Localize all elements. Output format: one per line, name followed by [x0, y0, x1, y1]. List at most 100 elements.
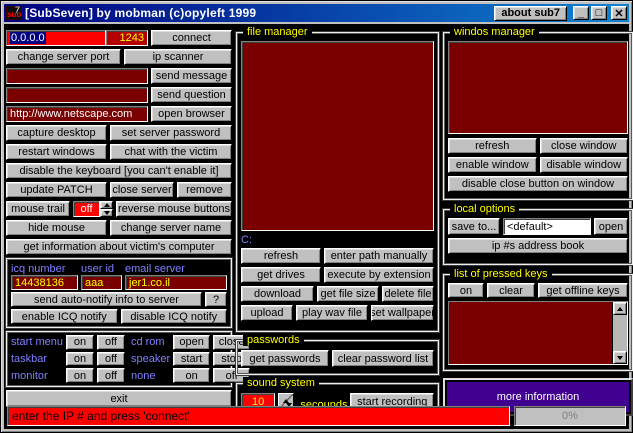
disable-icq-notify-button[interactable]: disable ICQ notify	[121, 309, 228, 324]
subseven-window: 7 sub [SubSeven] by mobman (c)opyleft 19…	[0, 0, 633, 433]
connect-button[interactable]: connect	[151, 30, 232, 46]
fm-refresh-button[interactable]: refresh	[241, 248, 321, 264]
spinner-down-button[interactable]	[100, 209, 113, 217]
disable-keyboard-button[interactable]: disable the keyboard [you can't enable i…	[6, 163, 232, 179]
close-window-button[interactable]: close window	[540, 138, 629, 154]
passwords-title: passwords	[243, 334, 304, 346]
port-input[interactable]: 1243	[106, 30, 148, 46]
progress-indicator: 0%	[514, 406, 626, 426]
logo-sub: sub	[7, 10, 21, 19]
question-input[interactable]	[6, 87, 148, 103]
chat-with-victim-button[interactable]: chat with the victim	[110, 144, 232, 160]
help-button[interactable]: ?	[205, 292, 227, 307]
download-button[interactable]: download	[241, 286, 314, 302]
hide-mouse-button[interactable]: hide mouse	[6, 220, 107, 236]
windows-manager-group: windos manager refresh close window enab…	[443, 32, 633, 200]
disable-close-button-button[interactable]: disable close button on window	[448, 176, 628, 192]
about-sub7-button[interactable]: about sub7	[494, 6, 567, 21]
change-server-name-button[interactable]: change server name	[110, 220, 232, 236]
update-patch-button[interactable]: update PATCH	[6, 182, 107, 198]
icq-number-input[interactable]: 14438136	[11, 275, 78, 290]
enable-icq-notify-button[interactable]: enable ICQ notify	[11, 309, 118, 324]
monitor-on-button[interactable]: on	[66, 368, 94, 383]
set-server-password-button[interactable]: set server password	[110, 125, 232, 141]
monitor-off-button[interactable]: off	[97, 368, 125, 383]
taskbar-off-button[interactable]: off	[97, 352, 125, 367]
taskbar-label: taskbar	[11, 352, 63, 367]
user-id-input[interactable]: aaa	[81, 275, 122, 290]
minimize-button[interactable]: _	[573, 6, 589, 20]
save-to-button[interactable]: save to...	[448, 218, 500, 235]
enable-window-button[interactable]: enable window	[448, 157, 537, 173]
up-arrow-icon	[104, 203, 110, 207]
maximize-button[interactable]: □	[591, 6, 607, 20]
mouse-trail-value[interactable]: off	[73, 201, 100, 217]
keys-on-button[interactable]: on	[448, 283, 484, 298]
set-wallpaper-button[interactable]: set wallpaper	[371, 305, 434, 321]
ip-address-book-button[interactable]: ip #s address book	[448, 238, 628, 254]
pressed-keys-area[interactable]	[449, 302, 612, 364]
send-message-button[interactable]: send message	[151, 68, 232, 84]
get-victim-info-button[interactable]: get information about victim's computer	[6, 239, 232, 255]
get-passwords-button[interactable]: get passwords	[241, 350, 329, 367]
execute-by-extension-button[interactable]: execute by extension	[324, 267, 434, 283]
open-button[interactable]: open	[594, 218, 628, 235]
toggles-group: start menu on off taskbar on off monitor…	[6, 331, 232, 387]
upload-button[interactable]: upload	[241, 305, 293, 321]
status-message: enter the IP # and press 'connect'	[7, 406, 510, 426]
change-server-port-button[interactable]: change server port	[6, 49, 121, 65]
disable-window-button[interactable]: disable window	[540, 157, 629, 173]
reverse-mouse-buttons-button[interactable]: reverse mouse buttons	[116, 201, 232, 217]
url-input[interactable]: http://www.netscape.com	[6, 106, 148, 122]
open-browser-button[interactable]: open browser	[151, 106, 232, 122]
monitor-label: monitor	[11, 368, 63, 383]
capture-desktop-button[interactable]: capture desktop	[6, 125, 107, 141]
taskbar-on-button[interactable]: on	[66, 352, 94, 367]
windows-manager-title: windos manager	[450, 26, 539, 38]
cd-rom-open-button[interactable]: open	[173, 335, 210, 350]
none-label: none	[131, 368, 170, 383]
scroll-down-button[interactable]	[613, 351, 627, 364]
send-auto-notify-button[interactable]: send auto-notify info to server	[11, 292, 202, 307]
up-arrow-icon	[617, 307, 623, 311]
icq-number-label: icq number	[11, 262, 81, 275]
speaker-start-button[interactable]: start	[173, 352, 210, 367]
send-question-button[interactable]: send question	[151, 87, 232, 103]
ip-scanner-button[interactable]: ip scanner	[124, 49, 232, 65]
play-wav-file-button[interactable]: play wav file	[296, 305, 368, 321]
get-offline-keys-button[interactable]: get offline keys	[538, 283, 628, 298]
exit-button[interactable]: exit	[6, 390, 232, 407]
enter-path-manually-button[interactable]: enter path manually	[324, 248, 434, 264]
passwords-group: passwords get passwords clear password l…	[236, 340, 439, 375]
ip-value: 0.0.0.0	[10, 32, 46, 44]
windows-list[interactable]	[448, 41, 628, 134]
start-menu-off-button[interactable]: off	[97, 335, 125, 350]
scroll-track[interactable]	[613, 315, 627, 351]
status-bar: enter the IP # and press 'connect' 0%	[7, 406, 626, 426]
remove-button[interactable]: remove	[177, 182, 232, 198]
ip-input[interactable]: 0.0.0.0	[6, 30, 106, 46]
wm-refresh-button[interactable]: refresh	[448, 138, 537, 154]
email-server-input[interactable]: jer1.co.il	[125, 275, 227, 290]
message-input[interactable]	[6, 68, 148, 84]
file-manager-title: file manager	[243, 26, 312, 38]
scroll-up-button[interactable]	[613, 302, 627, 315]
file-list[interactable]	[241, 41, 434, 231]
restart-windows-button[interactable]: restart windows	[6, 144, 107, 160]
mouse-trail-button[interactable]: mouse trail	[6, 201, 70, 217]
get-drives-button[interactable]: get drives	[241, 267, 321, 283]
close-button[interactable]: ✕	[611, 6, 627, 20]
get-file-size-button[interactable]: get file size	[317, 286, 379, 302]
keys-clear-button[interactable]: clear	[487, 283, 535, 298]
delete-file-button[interactable]: delete file	[382, 286, 434, 302]
file-manager-group: file manager C: refresh enter path manua…	[236, 32, 439, 332]
close-server-button[interactable]: close server	[110, 182, 174, 198]
start-menu-on-button[interactable]: on	[66, 335, 94, 350]
spinner-up-button[interactable]	[100, 201, 113, 209]
clear-password-list-button[interactable]: clear password list	[332, 350, 434, 367]
titlebar: 7 sub [SubSeven] by mobman (c)opyleft 19…	[4, 4, 629, 22]
save-target-input[interactable]: <default>	[503, 218, 591, 235]
speaker-label: speaker	[131, 352, 170, 367]
none-on-button[interactable]: on	[173, 368, 210, 383]
vertical-scrollbar[interactable]	[612, 302, 627, 364]
